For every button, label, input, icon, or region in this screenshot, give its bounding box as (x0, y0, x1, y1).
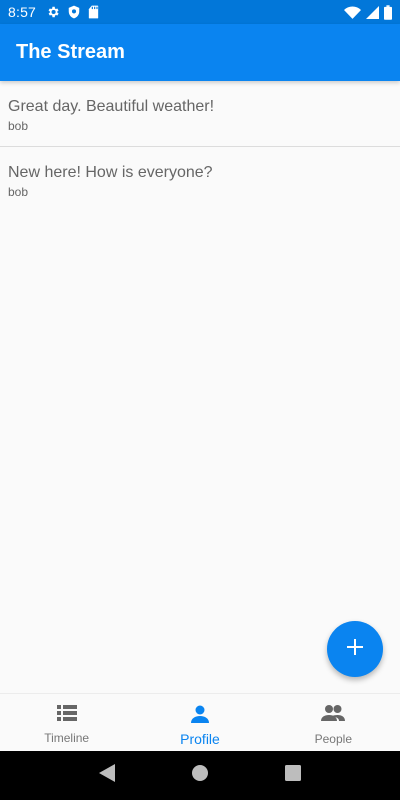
app-bar: The Stream (0, 24, 400, 81)
bottom-nav: Timeline Profile People (0, 693, 400, 751)
gear-icon (46, 5, 60, 19)
battery-icon (384, 4, 392, 20)
nav-label: Timeline (44, 731, 90, 745)
home-icon[interactable] (191, 765, 208, 786)
shield-icon (68, 5, 80, 19)
list-icon (56, 704, 77, 726)
person-icon (190, 704, 210, 729)
back-icon[interactable] (98, 764, 115, 787)
nav-label: Profile (180, 731, 220, 747)
page-title: The Stream (16, 41, 125, 63)
status-left-icons (46, 5, 99, 19)
nav-label: People (314, 732, 352, 746)
nav-item-people[interactable]: People (267, 694, 400, 751)
recents-icon[interactable] (285, 765, 302, 786)
status-time: 8:57 (8, 4, 37, 20)
plus-icon (346, 638, 364, 661)
nav-item-timeline[interactable]: Timeline (0, 694, 133, 751)
status-right-icons (344, 4, 392, 20)
post-text: New here! How is everyone? (8, 164, 213, 181)
wifi-icon (344, 6, 361, 19)
feed-list: Great day. Beautiful weather! bob New he… (0, 81, 400, 213)
nav-item-profile[interactable]: Profile (133, 694, 266, 751)
list-item[interactable]: Great day. Beautiful weather! bob (0, 81, 400, 147)
post-author: bob (8, 185, 29, 199)
status-bar: 8:57 (0, 0, 400, 24)
post-text: Great day. Beautiful weather! (8, 98, 215, 115)
add-post-button[interactable] (327, 621, 383, 677)
post-author: bob (8, 119, 29, 133)
system-nav-bar (0, 751, 400, 800)
sd-card-icon (88, 5, 99, 19)
people-icon (321, 704, 346, 727)
list-item[interactable]: New here! How is everyone? bob (0, 147, 400, 213)
signal-icon (366, 5, 379, 19)
